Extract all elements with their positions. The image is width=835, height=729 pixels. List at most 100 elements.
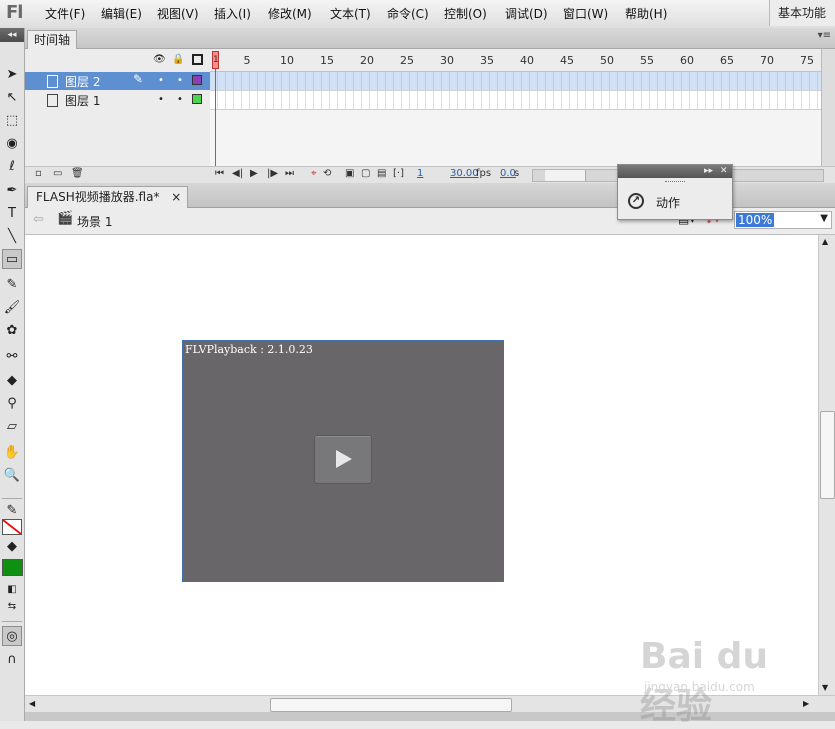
zoom-dropdown[interactable]: 100% ▼ bbox=[734, 211, 832, 229]
onion-markers-icon[interactable]: [·] bbox=[393, 168, 404, 179]
pen-tool-icon[interactable]: ✒ bbox=[2, 180, 22, 200]
fill-bucket-icon[interactable]: ◆ bbox=[2, 536, 22, 556]
frame-row[interactable] bbox=[210, 72, 822, 91]
frame-ruler[interactable]: 5 10 15 20 25 30 35 40 45 50 55 60 65 70 75 bbox=[210, 49, 822, 72]
onion-skin-icon[interactable]: ▣ bbox=[345, 168, 354, 179]
lock-dot[interactable]: • bbox=[177, 75, 183, 86]
scroll-down-icon[interactable]: ▼ bbox=[822, 683, 828, 692]
hand-tool-icon[interactable]: ✋ bbox=[2, 442, 22, 462]
menu-control[interactable]: 控制(O) bbox=[444, 5, 487, 22]
actions-icon[interactable]: ↗ bbox=[628, 193, 644, 209]
swap-colors-icon[interactable]: ⇆ bbox=[2, 596, 22, 616]
menu-modify[interactable]: 修改(M) bbox=[268, 5, 312, 22]
workspace-switcher[interactable]: 基本功能 bbox=[769, 0, 835, 26]
eraser-tool-icon[interactable]: ▱ bbox=[2, 416, 22, 436]
lock-dot[interactable]: • bbox=[177, 94, 183, 105]
panel-grip[interactable] bbox=[665, 181, 685, 185]
zoom-value[interactable]: 100% bbox=[736, 213, 775, 227]
fill-color-swatch[interactable] bbox=[2, 559, 23, 576]
play-button[interactable] bbox=[314, 435, 372, 484]
loop-icon[interactable]: ⟲ bbox=[323, 168, 331, 179]
layer-row[interactable]: 图层 2 ✎ • • bbox=[25, 72, 210, 90]
menu-view[interactable]: 视图(V) bbox=[157, 5, 199, 22]
chevron-down-icon[interactable]: ▼ bbox=[820, 213, 828, 224]
eye-icon[interactable]: 👁 bbox=[153, 54, 166, 65]
frame-grid[interactable]: 5 10 15 20 25 30 35 40 45 50 55 60 65 70 75 1 bbox=[210, 49, 822, 173]
go-to-end-icon[interactable]: ⏭ bbox=[285, 168, 294, 179]
stage[interactable]: FLVPlayback : 2.1.0.23 bbox=[25, 235, 818, 695]
line-tool-icon[interactable]: ╲ bbox=[2, 226, 22, 246]
back-arrow-icon[interactable]: ⇦ bbox=[33, 212, 44, 227]
menu-debug[interactable]: 调试(D) bbox=[505, 5, 548, 22]
layer-row[interactable]: 图层 1 • • bbox=[25, 91, 210, 109]
center-frame-icon[interactable]: ⌖ bbox=[311, 168, 317, 179]
selection-tool-icon[interactable]: ➤ bbox=[2, 64, 22, 84]
panel-title-bar[interactable]: ▸▸ ✕ bbox=[618, 165, 732, 178]
menu-text[interactable]: 文本(T) bbox=[330, 5, 371, 22]
collapse-panel-icon[interactable]: ▸▸ bbox=[704, 165, 713, 178]
rewind-icon[interactable]: ⏮ bbox=[215, 168, 224, 179]
step-back-icon[interactable]: ◀| bbox=[232, 168, 243, 179]
lasso-tool-icon[interactable]: ℓ bbox=[2, 156, 22, 176]
stage-vertical-scrollbar[interactable]: ▲ ▼ bbox=[818, 235, 835, 695]
brush-tool-icon[interactable]: 🖌 bbox=[2, 297, 22, 317]
bone-tool-icon[interactable]: ⚯ bbox=[2, 346, 22, 366]
zoom-tool-icon[interactable]: 🔍 bbox=[2, 465, 22, 485]
scrollbar-thumb[interactable] bbox=[820, 411, 835, 499]
menu-bar: Fl 文件(F) 编辑(E) 视图(V) 插入(I) 修改(M) 文本(T) 命… bbox=[0, 0, 835, 29]
delete-layer-icon[interactable]: 🗑 bbox=[71, 168, 84, 179]
menu-edit[interactable]: 编辑(E) bbox=[101, 5, 142, 22]
menu-insert[interactable]: 插入(I) bbox=[214, 5, 251, 22]
stroke-color-icon[interactable]: ✎ bbox=[2, 500, 22, 520]
scene-name[interactable]: 场景 1 bbox=[77, 213, 112, 230]
frame-row[interactable] bbox=[210, 91, 822, 110]
eyedropper-tool-icon[interactable]: ⚲ bbox=[2, 393, 22, 413]
close-icon[interactable]: ✕ bbox=[720, 165, 728, 178]
scroll-right-icon[interactable]: ▶ bbox=[803, 699, 809, 708]
menu-file[interactable]: 文件(F) bbox=[45, 5, 85, 22]
snap-magnet-icon[interactable]: ∩ bbox=[2, 649, 22, 669]
stroke-color-swatch[interactable] bbox=[2, 519, 22, 535]
text-tool-icon[interactable]: T bbox=[2, 203, 22, 223]
fps-value[interactable]: 30.00 bbox=[450, 168, 479, 179]
timeline-tab[interactable]: 时间轴 bbox=[27, 30, 78, 49]
deco-tool-icon[interactable]: ✿ bbox=[2, 320, 22, 340]
new-folder-icon[interactable]: ▭ bbox=[53, 168, 62, 179]
layer-outline-color[interactable] bbox=[192, 94, 202, 104]
paint-bucket-tool-icon[interactable]: ◆ bbox=[2, 370, 22, 390]
toolbox-collapse-button[interactable]: ◂◂ bbox=[0, 28, 24, 42]
step-forward-icon[interactable]: |▶ bbox=[267, 168, 278, 179]
playhead[interactable]: 1 bbox=[212, 51, 219, 69]
play-icon[interactable]: ▶ bbox=[250, 168, 258, 179]
menu-commands[interactable]: 命令(C) bbox=[387, 5, 429, 22]
subselection-tool-icon[interactable]: ↖ bbox=[2, 87, 22, 107]
pencil-tool-icon[interactable]: ✎ bbox=[2, 274, 22, 294]
edit-multiple-frames-icon[interactable]: ▤ bbox=[377, 168, 386, 179]
3d-rotation-tool-icon[interactable]: ◉ bbox=[2, 133, 22, 153]
layer-outline-color[interactable] bbox=[192, 75, 202, 85]
onion-outline-icon[interactable]: ▢ bbox=[361, 168, 370, 179]
rectangle-tool-icon[interactable]: ▭ bbox=[2, 249, 22, 269]
flvplayback-component[interactable]: FLVPlayback : 2.1.0.23 bbox=[182, 340, 504, 582]
layer-name[interactable]: 图层 2 bbox=[65, 73, 100, 90]
scrollbar-thumb[interactable] bbox=[270, 698, 512, 712]
visible-dot[interactable]: • bbox=[158, 94, 164, 105]
menu-help[interactable]: 帮助(H) bbox=[625, 5, 667, 22]
current-frame-value[interactable]: 1 bbox=[417, 168, 423, 179]
visible-dot[interactable]: • bbox=[158, 75, 164, 86]
close-icon[interactable]: × bbox=[171, 190, 181, 204]
outline-icon[interactable] bbox=[192, 54, 203, 65]
free-transform-tool-icon[interactable]: ⬚ bbox=[2, 110, 22, 130]
actions-label[interactable]: 动作 bbox=[656, 194, 680, 211]
scrollbar-thumb[interactable] bbox=[545, 170, 586, 181]
layer-name[interactable]: 图层 1 bbox=[65, 92, 100, 109]
panel-menu-icon[interactable]: ▾≡ bbox=[818, 30, 831, 41]
scroll-up-icon[interactable]: ▲ bbox=[822, 237, 828, 246]
timeline-vertical-scrollbar[interactable] bbox=[821, 49, 835, 173]
object-drawing-icon[interactable]: ◎ bbox=[2, 626, 22, 646]
scroll-left-icon[interactable]: ◀ bbox=[29, 699, 35, 708]
new-layer-icon[interactable]: ▫ bbox=[35, 168, 42, 179]
menu-window[interactable]: 窗口(W) bbox=[563, 5, 608, 22]
lock-icon[interactable]: 🔒 bbox=[172, 54, 184, 65]
document-tab[interactable]: FLASH视频播放器.fla* × bbox=[27, 186, 189, 208]
